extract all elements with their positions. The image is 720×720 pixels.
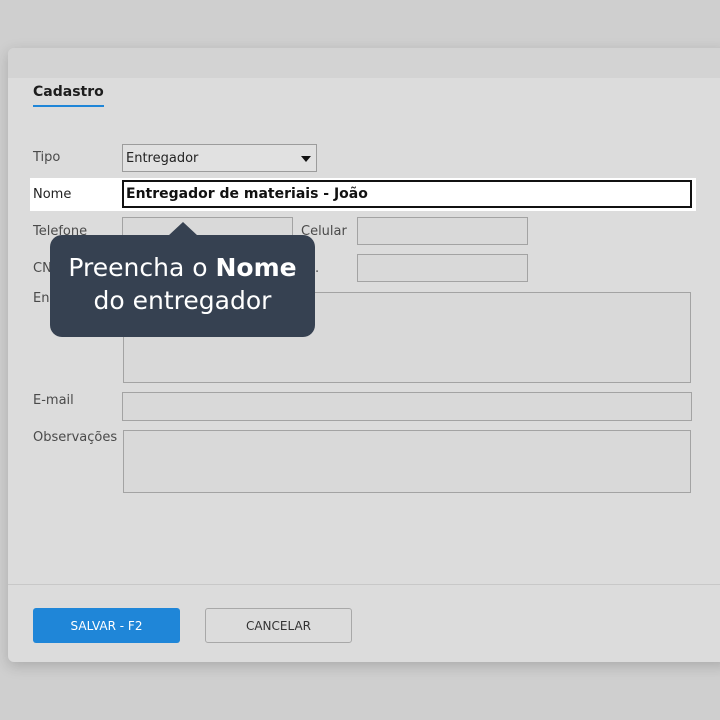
tooltip-line-1: Preencha o Nome [50,251,315,284]
tooltip-arrow [168,222,198,236]
second-document-label: . [315,261,320,276]
nome-label: Nome [33,187,72,202]
nome-row-highlight: Nome Entregador de materiais - João [30,178,696,211]
instruction-tooltip: Preencha o Nome do entregador [50,235,315,337]
tooltip-line-1-prefix: Preencha o [68,253,216,282]
second-document-input[interactable] [357,254,528,282]
tipo-select-value: Entregador [126,151,199,166]
observacoes-label: Observações [33,430,118,445]
celular-input[interactable] [357,217,528,245]
tab-cadastro[interactable]: Cadastro [33,84,104,107]
observacoes-textarea[interactable] [123,430,691,493]
dialog-header [8,48,720,78]
register-dialog: Cadastro Tipo Entregador Nome Entregador… [8,48,720,662]
email-input[interactable] [122,392,692,421]
cancel-button[interactable]: CANCELAR [205,608,352,643]
tipo-label: Tipo [33,150,61,165]
email-label: E-mail [33,393,74,408]
tooltip-line-2: do entregador [93,286,272,315]
chevron-down-icon [301,156,311,162]
tipo-select[interactable]: Entregador [122,144,317,172]
endereco-label: En [33,291,50,306]
cnpj-label: CN [33,261,52,276]
tooltip-line-1-bold: Nome [215,253,297,282]
nome-input[interactable]: Entregador de materiais - João [122,180,692,208]
footer-divider [8,584,720,585]
save-button[interactable]: SALVAR - F2 [33,608,180,643]
